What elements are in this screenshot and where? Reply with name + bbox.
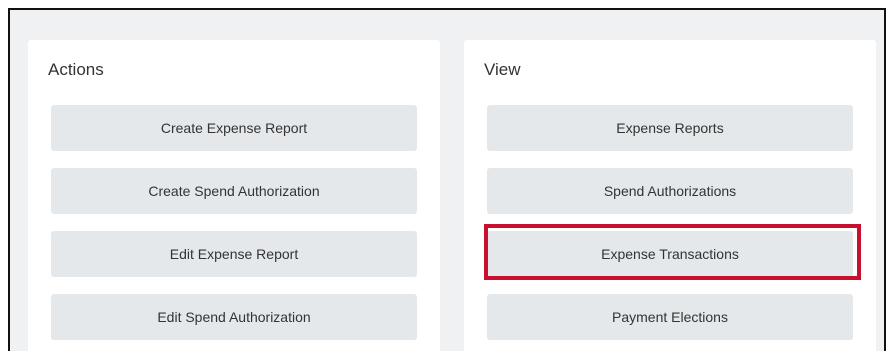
view-title: View <box>484 60 521 79</box>
create-spend-authorization-button[interactable]: Create Spend Authorization <box>51 168 417 214</box>
payment-elections-button[interactable]: Payment Elections <box>487 294 853 340</box>
create-expense-report-button[interactable]: Create Expense Report <box>51 105 417 151</box>
actions-panel: Actions Create Expense Report Create Spe… <box>28 40 440 360</box>
expense-reports-button[interactable]: Expense Reports <box>487 105 853 151</box>
actions-title: Actions <box>48 60 104 79</box>
screenshot-frame: Actions Create Expense Report Create Spe… <box>8 8 886 360</box>
expense-transactions-button[interactable]: Expense Transactions <box>487 231 853 277</box>
edit-expense-report-button[interactable]: Edit Expense Report <box>51 231 417 277</box>
edit-spend-authorization-button[interactable]: Edit Spend Authorization <box>51 294 417 340</box>
view-panel: View Expense Reports Spend Authorization… <box>464 40 876 360</box>
spend-authorizations-button[interactable]: Spend Authorizations <box>487 168 853 214</box>
